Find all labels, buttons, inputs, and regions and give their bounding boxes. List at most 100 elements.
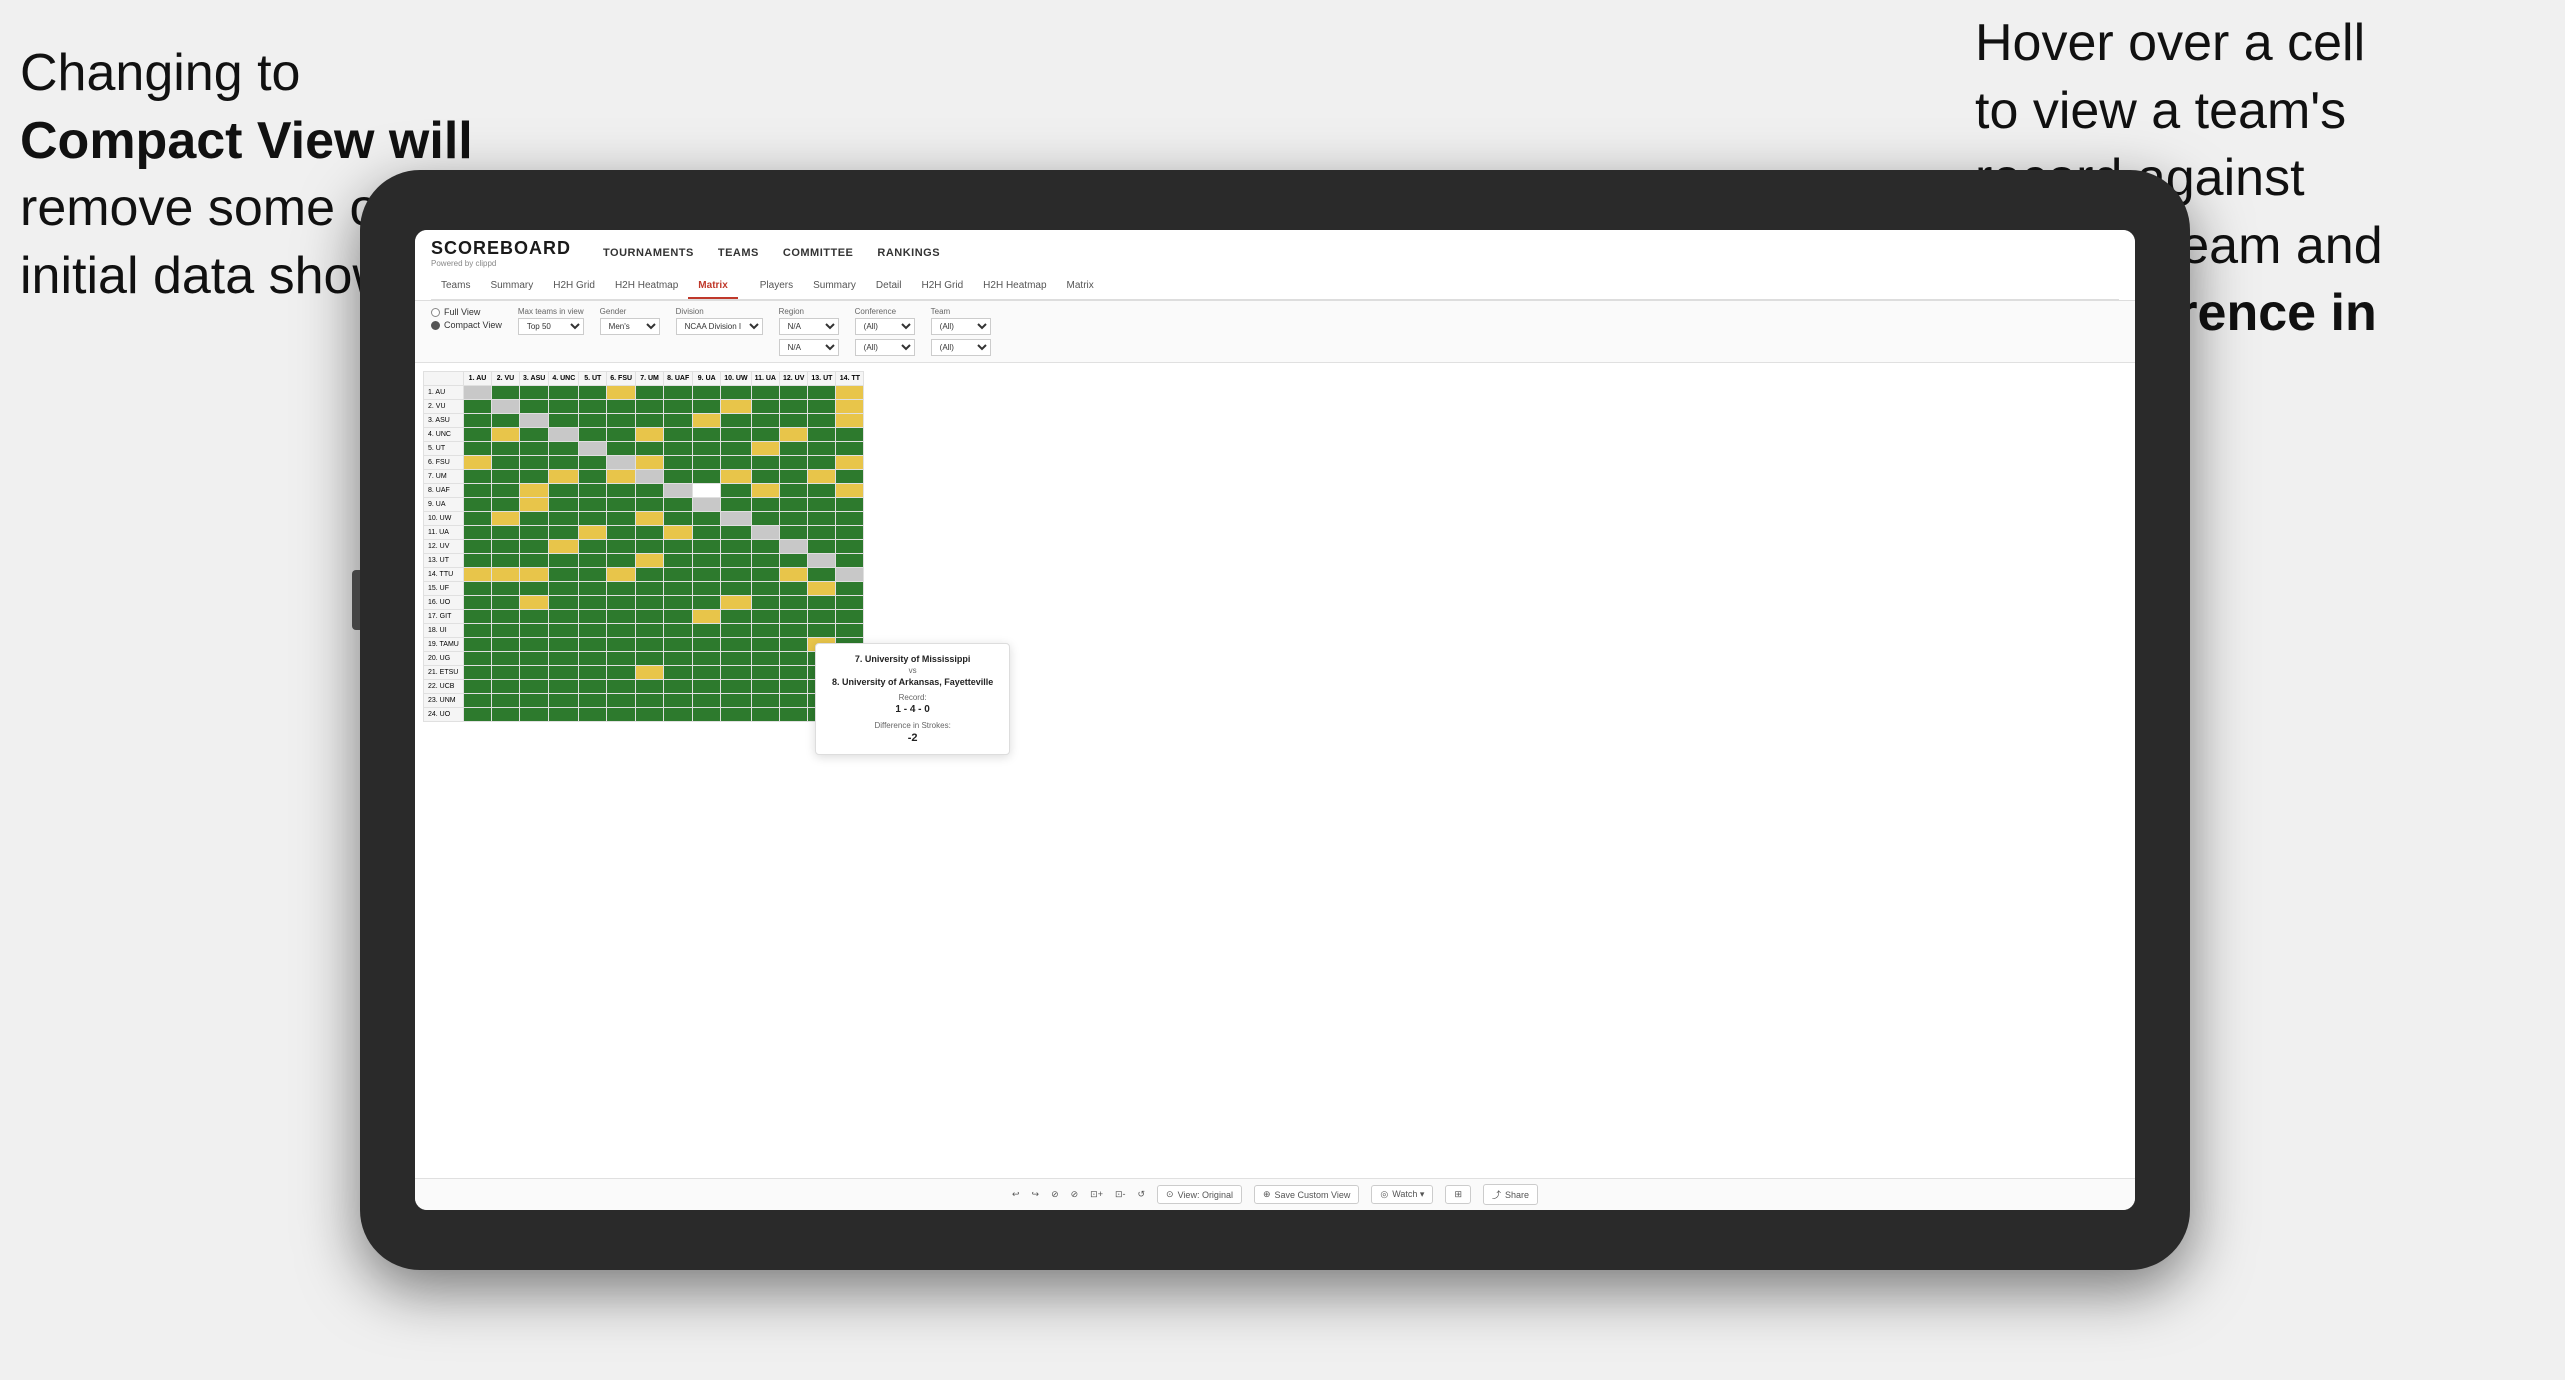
tab-h2h-grid[interactable]: H2H Grid bbox=[543, 274, 605, 299]
matrix-cell[interactable] bbox=[520, 484, 549, 498]
toolbar-share[interactable]: ⤴ Share bbox=[1483, 1184, 1538, 1205]
matrix-cell[interactable] bbox=[549, 596, 579, 610]
matrix-cell[interactable] bbox=[636, 638, 664, 652]
matrix-cell[interactable] bbox=[751, 498, 779, 512]
matrix-cell[interactable] bbox=[836, 414, 864, 428]
matrix-cell[interactable] bbox=[664, 512, 693, 526]
matrix-cell[interactable] bbox=[721, 624, 751, 638]
matrix-cell[interactable] bbox=[579, 386, 607, 400]
matrix-cell[interactable] bbox=[492, 470, 520, 484]
matrix-cell[interactable] bbox=[693, 428, 721, 442]
matrix-cell[interactable] bbox=[836, 442, 864, 456]
matrix-cell[interactable] bbox=[779, 708, 807, 722]
toolbar-watch[interactable]: ◎ Watch ▾ bbox=[1371, 1185, 1433, 1204]
tab-summary[interactable]: Summary bbox=[480, 274, 543, 299]
matrix-cell[interactable] bbox=[607, 610, 636, 624]
matrix-cell[interactable] bbox=[751, 386, 779, 400]
matrix-cell[interactable] bbox=[607, 554, 636, 568]
matrix-cell[interactable] bbox=[751, 400, 779, 414]
matrix-cell[interactable] bbox=[520, 596, 549, 610]
matrix-cell[interactable] bbox=[549, 484, 579, 498]
matrix-cell[interactable] bbox=[579, 596, 607, 610]
matrix-cell[interactable] bbox=[549, 610, 579, 624]
matrix-cell[interactable] bbox=[464, 666, 492, 680]
matrix-cell[interactable] bbox=[751, 638, 779, 652]
matrix-cell[interactable] bbox=[808, 512, 836, 526]
matrix-cell[interactable] bbox=[607, 596, 636, 610]
matrix-cell[interactable] bbox=[636, 610, 664, 624]
matrix-cell[interactable] bbox=[751, 554, 779, 568]
matrix-cell[interactable] bbox=[636, 414, 664, 428]
matrix-cell[interactable] bbox=[464, 694, 492, 708]
matrix-cell[interactable] bbox=[751, 624, 779, 638]
matrix-cell[interactable] bbox=[636, 596, 664, 610]
matrix-cell[interactable] bbox=[664, 582, 693, 596]
matrix-cell[interactable] bbox=[721, 540, 751, 554]
matrix-cell[interactable] bbox=[721, 610, 751, 624]
matrix-cell[interactable] bbox=[464, 512, 492, 526]
matrix-cell[interactable] bbox=[636, 554, 664, 568]
matrix-cell[interactable] bbox=[549, 442, 579, 456]
matrix-cell[interactable] bbox=[636, 428, 664, 442]
matrix-container[interactable]: 1. AU 2. VU 3. ASU 4. UNC 5. UT 6. FSU 7… bbox=[415, 363, 2135, 1178]
matrix-cell[interactable] bbox=[751, 428, 779, 442]
matrix-cell[interactable] bbox=[693, 610, 721, 624]
matrix-cell[interactable] bbox=[607, 666, 636, 680]
matrix-cell[interactable] bbox=[664, 400, 693, 414]
matrix-cell[interactable] bbox=[520, 568, 549, 582]
matrix-cell[interactable] bbox=[607, 624, 636, 638]
matrix-cell[interactable] bbox=[779, 484, 807, 498]
matrix-cell[interactable] bbox=[664, 498, 693, 512]
matrix-cell[interactable] bbox=[492, 624, 520, 638]
matrix-cell[interactable] bbox=[579, 624, 607, 638]
matrix-cell[interactable] bbox=[779, 694, 807, 708]
matrix-cell[interactable] bbox=[579, 708, 607, 722]
matrix-cell[interactable] bbox=[721, 442, 751, 456]
matrix-cell[interactable] bbox=[520, 386, 549, 400]
matrix-cell[interactable] bbox=[607, 498, 636, 512]
matrix-cell[interactable] bbox=[664, 694, 693, 708]
matrix-cell[interactable] bbox=[549, 456, 579, 470]
matrix-cell[interactable] bbox=[549, 624, 579, 638]
matrix-cell[interactable] bbox=[808, 582, 836, 596]
matrix-cell[interactable] bbox=[549, 666, 579, 680]
matrix-cell[interactable] bbox=[836, 624, 864, 638]
matrix-cell[interactable] bbox=[549, 638, 579, 652]
matrix-cell[interactable] bbox=[751, 470, 779, 484]
matrix-cell[interactable] bbox=[779, 596, 807, 610]
matrix-cell[interactable] bbox=[664, 540, 693, 554]
matrix-cell[interactable] bbox=[492, 386, 520, 400]
matrix-cell[interactable] bbox=[492, 652, 520, 666]
matrix-cell[interactable] bbox=[751, 526, 779, 540]
matrix-cell[interactable] bbox=[579, 456, 607, 470]
nav-committee[interactable]: COMMITTEE bbox=[783, 247, 854, 259]
matrix-cell[interactable] bbox=[779, 540, 807, 554]
matrix-cell[interactable] bbox=[520, 652, 549, 666]
tab-summary2[interactable]: Summary bbox=[803, 274, 866, 299]
matrix-cell[interactable] bbox=[607, 428, 636, 442]
matrix-cell[interactable] bbox=[693, 442, 721, 456]
tab-detail[interactable]: Detail bbox=[866, 274, 912, 299]
matrix-cell[interactable] bbox=[664, 386, 693, 400]
matrix-cell[interactable] bbox=[464, 456, 492, 470]
matrix-cell[interactable] bbox=[549, 554, 579, 568]
toolbar-redo[interactable]: ↪ bbox=[1032, 1189, 1040, 1200]
matrix-cell[interactable] bbox=[549, 540, 579, 554]
radio-circle-full[interactable] bbox=[431, 308, 440, 317]
matrix-cell[interactable] bbox=[721, 484, 751, 498]
matrix-cell[interactable] bbox=[607, 680, 636, 694]
matrix-cell[interactable] bbox=[520, 610, 549, 624]
matrix-cell[interactable] bbox=[751, 540, 779, 554]
matrix-cell[interactable] bbox=[779, 470, 807, 484]
matrix-cell[interactable] bbox=[751, 582, 779, 596]
matrix-cell[interactable] bbox=[636, 708, 664, 722]
matrix-cell[interactable] bbox=[520, 456, 549, 470]
matrix-cell[interactable] bbox=[808, 442, 836, 456]
matrix-cell[interactable] bbox=[636, 456, 664, 470]
matrix-cell[interactable] bbox=[721, 568, 751, 582]
matrix-cell[interactable] bbox=[607, 414, 636, 428]
matrix-cell[interactable] bbox=[779, 400, 807, 414]
matrix-cell[interactable] bbox=[579, 652, 607, 666]
matrix-cell[interactable] bbox=[579, 414, 607, 428]
matrix-cell[interactable] bbox=[836, 484, 864, 498]
